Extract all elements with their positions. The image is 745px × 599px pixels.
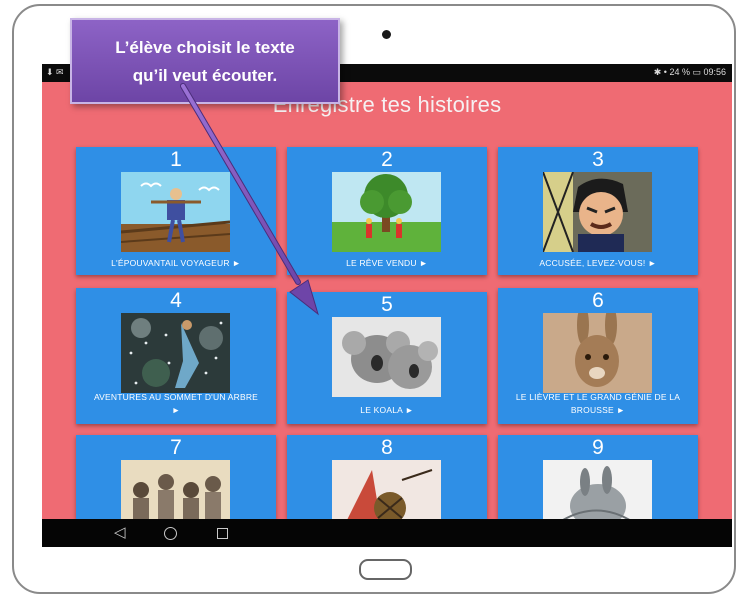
story-thumbnail [121, 172, 230, 252]
tablet-home-button[interactable] [359, 559, 412, 580]
camera-icon [382, 30, 391, 39]
back-icon[interactable]: ◁ [114, 519, 126, 547]
story-card-5[interactable]: 5 LE KOALA ► [287, 292, 487, 424]
card-label: LE LIÈVRE ET LE GRAND GÉNIE DE LA BROUSS… [502, 391, 694, 417]
android-nav-bar: ◁ [42, 519, 732, 547]
card-label: ACCUSÉE, LEVEZ-VOUS! ► [539, 258, 657, 268]
story-card-4[interactable]: 4 AVENTURES AU SOMMET D'UN ARBRE ► [76, 288, 276, 424]
card-number: 2 [381, 148, 393, 171]
status-notification-icons: ⬇ ✉ [46, 67, 64, 77]
card-label-line: AVENTURES AU SOMMET D'UN ARBRE [93, 392, 259, 402]
story-card-1[interactable]: 1 L'ÉPOUVANTAIL VOYAGEUR ► [76, 147, 276, 275]
card-number: 4 [170, 289, 182, 312]
callout-line-2: qu’il veut écouter. [132, 66, 278, 85]
story-thumbnail [332, 317, 441, 397]
card-label: AVENTURES AU SOMMET D'UN ARBRE ► [80, 391, 272, 417]
story-thumbnail [543, 172, 652, 252]
card-number: 8 [381, 436, 393, 459]
status-indicators: ✱ • 24 % ▭ 09:56 [653, 67, 726, 77]
story-card-2[interactable]: 2 LE RÊVE VENDU ► [287, 147, 487, 275]
card-number: 9 [592, 436, 604, 459]
story-card-9[interactable]: 9 [498, 435, 698, 540]
card-label-arrow: BROUSSE ► [570, 405, 626, 415]
home-circle-icon[interactable] [164, 519, 177, 547]
story-thumbnail [332, 172, 441, 252]
card-number: 1 [170, 148, 182, 171]
card-label-arrow: ► [171, 405, 181, 415]
card-number: 3 [592, 148, 604, 171]
story-card-3[interactable]: 3 ACCUSÉE, LEVEZ-VOUS! ► [498, 147, 698, 275]
recent-apps-icon[interactable] [217, 519, 228, 547]
story-thumbnail [543, 313, 652, 393]
card-number: 5 [381, 293, 393, 316]
story-card-6[interactable]: 6 LE LIÈVRE ET LE GRAND GÉNIE DE LA BROU… [498, 288, 698, 424]
card-number: 6 [592, 289, 604, 312]
story-card-8[interactable]: 8 [287, 435, 487, 540]
instruction-callout: L’élève choisit le texte qu’il veut écou… [70, 18, 340, 104]
card-number: 7 [170, 436, 182, 459]
card-label: LE RÊVE VENDU ► [346, 258, 428, 268]
card-label-line: LE LIÈVRE ET LE GRAND GÉNIE DE LA [515, 392, 681, 402]
story-thumbnail [121, 313, 230, 393]
story-card-7[interactable]: 7 [76, 435, 276, 540]
callout-line-1: L’élève choisit le texte [115, 38, 295, 57]
card-label: L'ÉPOUVANTAIL VOYAGEUR ► [111, 258, 241, 268]
tablet-screen: ⬇ ✉ ✱ • 24 % ▭ 09:56 Enregistre tes hist… [42, 64, 732, 547]
card-label: LE KOALA ► [360, 405, 414, 415]
